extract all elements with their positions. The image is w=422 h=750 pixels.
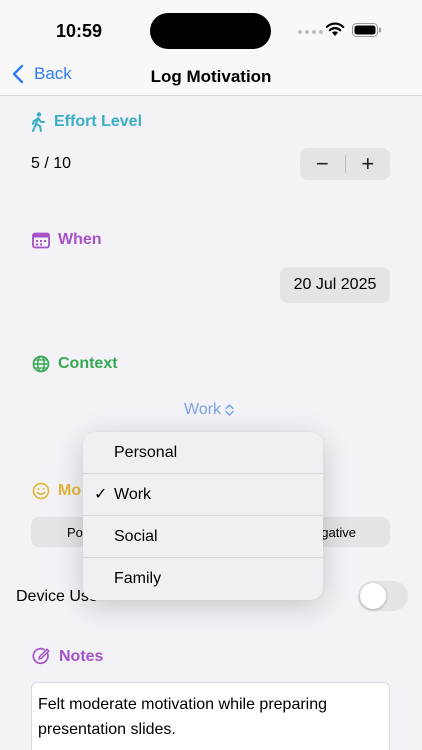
smiley-icon: [32, 482, 50, 500]
context-dropdown-menu: Personal ✓ Work Social Family: [83, 432, 323, 600]
pencil-circle-icon: [32, 647, 51, 666]
walking-person-icon: [30, 112, 46, 132]
notes-header: Notes: [32, 647, 103, 666]
effort-stepper[interactable]: − +: [300, 148, 390, 180]
effort-level-header: Effort Level: [30, 112, 142, 132]
navigation-bar: Back Log Motivation: [0, 58, 422, 96]
context-selected-value: Work: [184, 401, 222, 418]
device-used-toggle[interactable]: [358, 581, 408, 611]
menu-item-family[interactable]: Family: [83, 558, 323, 600]
effort-level-label: Effort Level: [54, 113, 143, 130]
date-picker-button[interactable]: 20 Jul 2025: [280, 267, 390, 303]
notes-textarea[interactable]: Felt moderate motivation while preparing…: [31, 682, 390, 750]
menu-item-work[interactable]: ✓ Work: [83, 474, 323, 516]
increment-button[interactable]: +: [346, 149, 391, 179]
context-header: Context: [32, 355, 118, 373]
dynamic-island: [150, 13, 271, 49]
menu-item-social[interactable]: Social: [83, 516, 323, 558]
mood-segment-positive[interactable]: Po: [67, 525, 83, 540]
form-content: Effort Level 5 / 10 − + When 20 Jul 2025: [0, 97, 422, 750]
when-label: When: [58, 231, 102, 248]
context-picker[interactable]: Work: [184, 401, 234, 419]
toggle-knob: [360, 583, 386, 609]
calendar-icon: [32, 232, 50, 249]
chevron-up-down-icon: [225, 404, 234, 416]
menu-item-label: Family: [114, 570, 162, 587]
menu-item-label: Work: [114, 486, 152, 503]
notes-text-line: presentation slides.: [38, 721, 176, 738]
when-header: When: [32, 231, 102, 249]
effort-level-value: 5 / 10: [31, 155, 72, 172]
signal-dots-icon: [298, 30, 323, 34]
battery-icon: [352, 23, 381, 37]
mood-header: Mo: [32, 482, 81, 500]
mood-segment-negative[interactable]: gative: [321, 525, 356, 540]
checkmark-icon: ✓: [94, 486, 108, 503]
notes-label: Notes: [59, 647, 104, 665]
wifi-icon: [325, 22, 345, 36]
page-title: Log Motivation: [150, 67, 272, 86]
menu-item-personal[interactable]: Personal: [83, 432, 323, 474]
status-bar: 10:59: [0, 0, 422, 58]
mood-label: Mo: [58, 482, 82, 499]
menu-item-label: Social: [114, 528, 158, 545]
globe-icon: [32, 355, 50, 373]
decrement-button[interactable]: −: [300, 149, 345, 179]
context-label: Context: [58, 355, 118, 372]
menu-item-label: Personal: [114, 444, 178, 461]
notes-text-line: Felt moderate motivation while preparing: [38, 696, 328, 713]
status-time: 10:59: [56, 21, 103, 41]
